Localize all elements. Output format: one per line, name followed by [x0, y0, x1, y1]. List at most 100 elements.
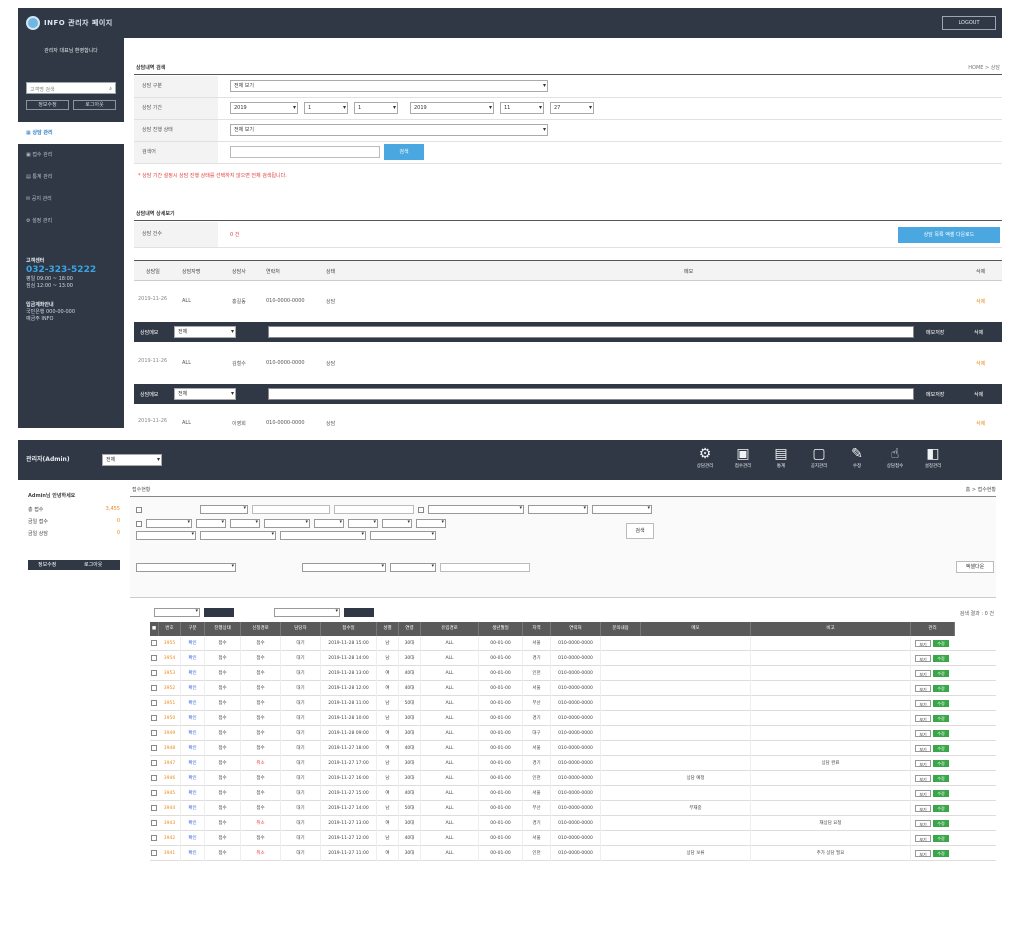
table-row[interactable]: 3942 확인 접수 접수 대기 2019-11-27 12:00 남 40대 ALL 00-01…: [150, 831, 996, 846]
grid-cell-type[interactable]: 확인: [181, 696, 205, 711]
table-row[interactable]: 3955 확인 접수 접수 대기 2019-11-28 15:00 남 30대 ALL 00-01…: [150, 636, 996, 651]
sidebar-item-notice[interactable]: ✉ 공지 관리: [18, 188, 124, 210]
row-checkbox[interactable]: [151, 850, 157, 856]
grid-cell-type[interactable]: 확인: [181, 711, 205, 726]
table-row[interactable]: 3947 확인 접수 취소 대기 2019-11-27 17:00 남 30대 ALL 00-01…: [150, 756, 996, 771]
table-row[interactable]: 3950 확인 접수 접수 대기 2019-11-28 10:00 남 30대 ALL 00-01…: [150, 711, 996, 726]
row-checkbox[interactable]: [151, 685, 157, 691]
filter-select[interactable]: [200, 531, 276, 540]
logout-button[interactable]: LOGOUT: [942, 16, 996, 30]
start-year-select[interactable]: 2019: [230, 102, 298, 114]
edit-button[interactable]: 수정: [933, 730, 949, 737]
filter-select[interactable]: [302, 563, 386, 572]
end-month-select[interactable]: 11: [500, 102, 544, 114]
memo-select[interactable]: 전체: [174, 326, 236, 338]
view-button[interactable]: 보기: [915, 850, 931, 857]
edit-button[interactable]: 수정: [933, 685, 949, 692]
search-icon[interactable]: ⌕: [109, 86, 112, 92]
side-logout-button[interactable]: 로그아웃: [84, 561, 102, 568]
table-row[interactable]: 3946 확인 접수 접수 대기 2019-11-27 16:00 남 30대 ALL 00-01…: [150, 771, 996, 786]
filter-select[interactable]: [390, 563, 436, 572]
edit-button[interactable]: 수정: [933, 850, 949, 857]
header-icon-button[interactable]: ▢ 공지관리: [802, 444, 836, 470]
filter-select[interactable]: [348, 519, 378, 528]
edit-button[interactable]: 수정: [933, 760, 949, 767]
memo-save-button[interactable]: 메모저장: [926, 391, 944, 398]
row-checkbox[interactable]: [151, 730, 157, 736]
grid-cell-type[interactable]: 확인: [181, 831, 205, 846]
list-item[interactable]: 2019-11-26 ALL 이영희 010-0000-0000 상담 삭제: [134, 410, 1002, 428]
edit-button[interactable]: 수정: [933, 715, 949, 722]
filter-search-button[interactable]: 검색: [626, 523, 654, 539]
grid-cell-type[interactable]: 확인: [181, 846, 205, 861]
list-filter-select[interactable]: [154, 608, 200, 617]
table-row[interactable]: 3945 확인 접수 접수 대기 2019-11-27 15:00 여 40대 ALL 00-01…: [150, 786, 996, 801]
header-icon-button[interactable]: ▤ 통계: [764, 444, 798, 470]
view-button[interactable]: 보기: [915, 805, 931, 812]
sidebar-item-reception[interactable]: ▣ 접수 관리: [18, 144, 124, 166]
start-day-select[interactable]: 1: [354, 102, 398, 114]
view-button[interactable]: 보기: [915, 820, 931, 827]
grid-cell-type[interactable]: 확인: [181, 741, 205, 756]
list-filter-apply-button[interactable]: [204, 608, 234, 617]
start-month-select[interactable]: 1: [304, 102, 348, 114]
filter-select[interactable]: [230, 519, 260, 528]
filter-select[interactable]: [382, 519, 412, 528]
row-checkbox[interactable]: [151, 700, 157, 706]
filter-checkbox[interactable]: [136, 507, 142, 513]
grid-cell-type[interactable]: 확인: [181, 651, 205, 666]
table-row[interactable]: 3943 확인 접수 취소 대기 2019-11-27 13:00 여 30대 ALL 00-01…: [150, 816, 996, 831]
list-item[interactable]: 2019-11-26 ALL 홍길동 010-0000-0000 상담 삭제: [134, 286, 1002, 316]
header-icon-button[interactable]: ◧ 설정관리: [916, 444, 950, 470]
excel-download-button[interactable]: 상담 목록 엑셀 다운로드: [898, 227, 1000, 243]
side-edit-button[interactable]: 정보수정: [38, 561, 56, 568]
table-row[interactable]: 3944 확인 접수 접수 대기 2019-11-27 14:00 남 50대 ALL 00-01…: [150, 801, 996, 816]
view-button[interactable]: 보기: [915, 775, 931, 782]
table-row[interactable]: 3954 확인 접수 접수 대기 2019-11-28 14:00 남 30대 ALL 00-01…: [150, 651, 996, 666]
edit-button[interactable]: 수정: [933, 670, 949, 677]
edit-button[interactable]: 수정: [933, 820, 949, 827]
table-row[interactable]: 3949 확인 접수 접수 대기 2019-11-28 09:00 여 30대 ALL 00-01…: [150, 726, 996, 741]
row-checkbox[interactable]: [151, 670, 157, 676]
header-icon-button[interactable]: ▣ 접수관리: [726, 444, 760, 470]
view-button[interactable]: 보기: [915, 685, 931, 692]
search-button[interactable]: 검색: [384, 144, 424, 160]
end-year-select[interactable]: 2019: [410, 102, 494, 114]
grid-cell-type[interactable]: 확인: [181, 681, 205, 696]
view-button[interactable]: 보기: [915, 715, 931, 722]
memo-delete-button[interactable]: 삭제: [974, 329, 983, 336]
table-row[interactable]: 3941 확인 접수 취소 대기 2019-11-27 11:00 여 30대 ALL 00-01…: [150, 846, 996, 861]
row-checkbox[interactable]: [151, 790, 157, 796]
end-day-select[interactable]: 27: [550, 102, 594, 114]
excel-button[interactable]: 엑셀다운: [956, 561, 994, 573]
list-filter-apply-button[interactable]: [344, 608, 374, 617]
sidebar-item-stats[interactable]: ▤ 통계 관리: [18, 166, 124, 188]
filter-select[interactable]: [200, 505, 248, 514]
memo-select[interactable]: 전체: [174, 388, 236, 400]
edit-button[interactable]: 수정: [933, 640, 949, 647]
filter-select[interactable]: [314, 519, 344, 528]
filter-checkbox[interactable]: [136, 521, 142, 527]
row-checkbox[interactable]: [151, 760, 157, 766]
view-button[interactable]: 보기: [915, 655, 931, 662]
keyword-input[interactable]: [230, 146, 380, 158]
grid-cell-type[interactable]: 확인: [181, 771, 205, 786]
edit-button[interactable]: 수정: [933, 805, 949, 812]
sidebar-logout-button[interactable]: 로그아웃: [73, 100, 116, 110]
memo-input[interactable]: [268, 388, 914, 400]
admin-filter-select[interactable]: 전체: [102, 454, 162, 466]
table-row[interactable]: 3952 확인 접수 접수 대기 2019-11-28 12:00 여 40대 ALL 00-01…: [150, 681, 996, 696]
memo-input[interactable]: [268, 326, 914, 338]
view-button[interactable]: 보기: [915, 835, 931, 842]
table-row[interactable]: 3948 확인 접수 접수 대기 2019-11-27 18:00 여 40대 ALL 00-01…: [150, 741, 996, 756]
view-button[interactable]: 보기: [915, 790, 931, 797]
view-button[interactable]: 보기: [915, 745, 931, 752]
edit-button[interactable]: 수정: [933, 790, 949, 797]
filter-select[interactable]: [370, 531, 436, 540]
grid-cell-type[interactable]: 확인: [181, 756, 205, 771]
header-icon-button[interactable]: ☝ 상담접수: [878, 444, 912, 470]
sidebar-search-input[interactable]: 고객명 검색 ⌕: [26, 82, 116, 94]
filter-checkbox[interactable]: [418, 507, 424, 513]
grid-cell-type[interactable]: 확인: [181, 726, 205, 741]
header-icon-button[interactable]: ⚙ 상담관리: [688, 444, 722, 470]
